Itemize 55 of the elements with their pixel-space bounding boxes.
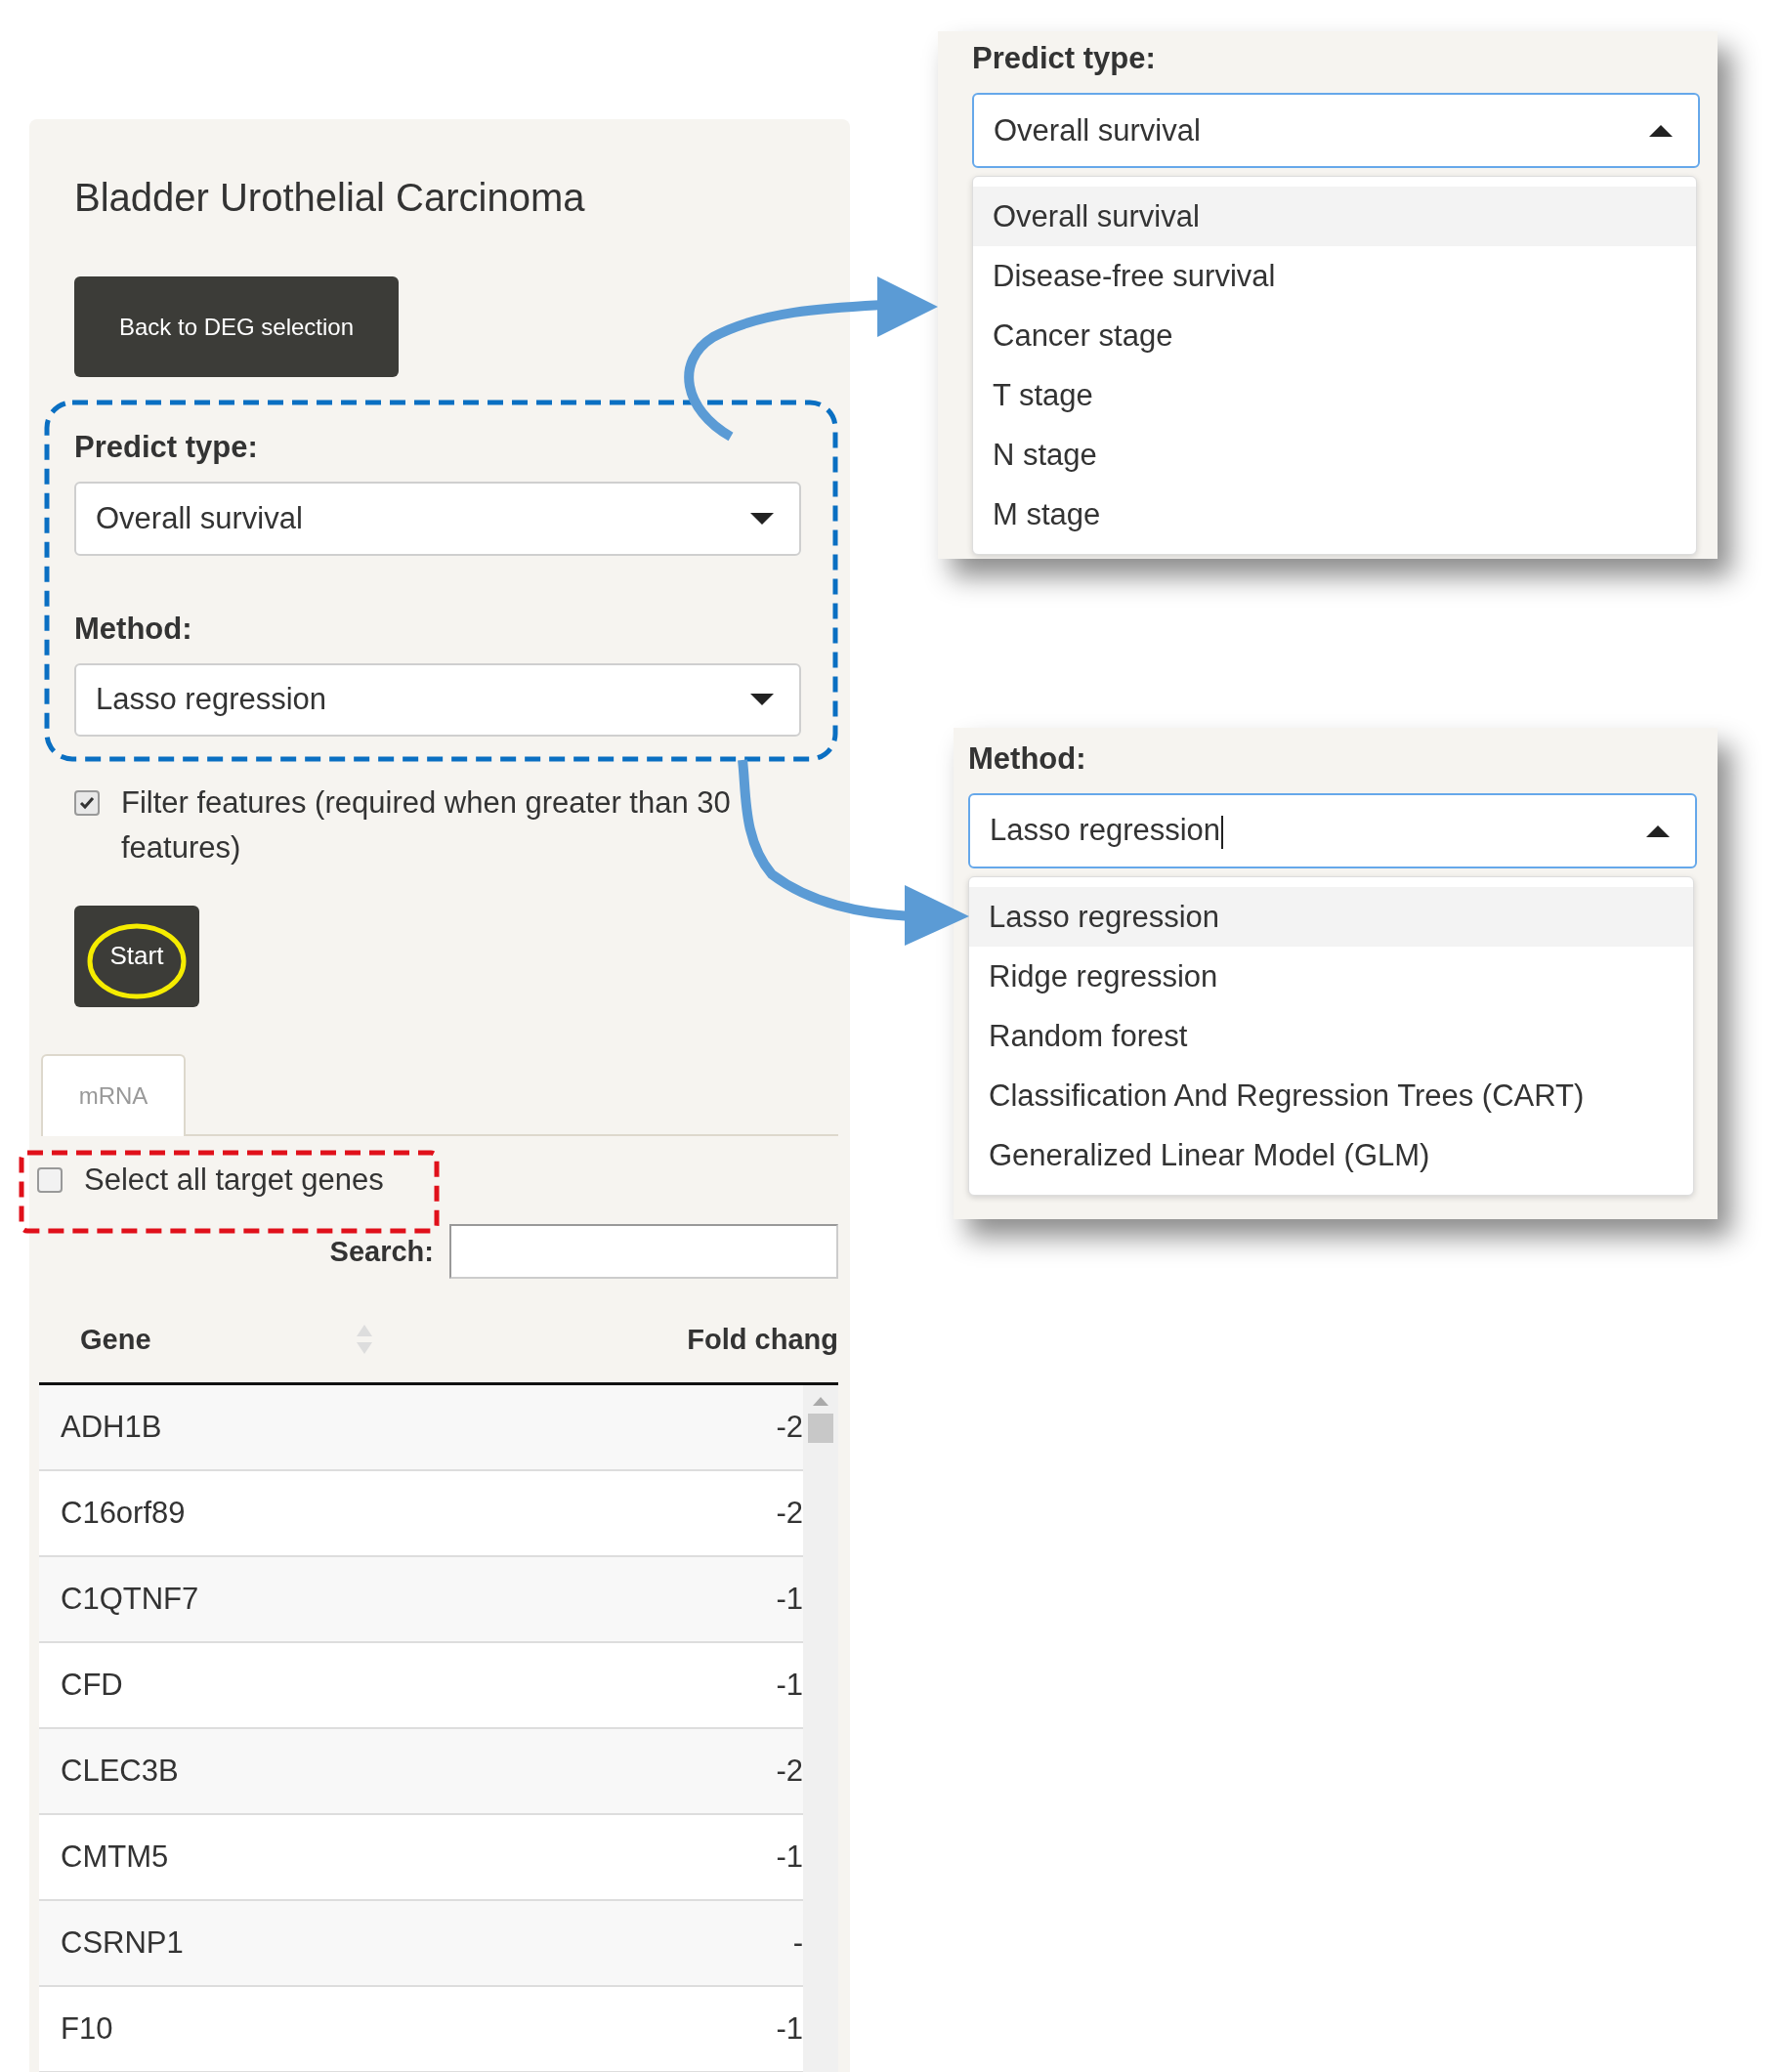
select-field[interactable]: Lasso regression <box>74 662 801 737</box>
select-field[interactable]: Lasso regression <box>968 793 1697 868</box>
checkbox-label: Filter features (required when greater than 30 features) <box>121 783 732 867</box>
table-cell: -1 <box>776 1839 803 1875</box>
dropdown-option[interactable]: Ridge regression <box>969 947 1693 1006</box>
scrollbar[interactable] <box>803 1385 838 2072</box>
sort-icon[interactable] <box>356 1325 372 1354</box>
dropdown-option[interactable]: T stage <box>973 365 1696 425</box>
caret-icon <box>1649 124 1673 137</box>
start-button[interactable]: Start <box>74 905 199 1007</box>
table-cell: -1 <box>776 1582 803 1617</box>
caret-icon <box>1646 825 1670 837</box>
dropdown-option[interactable]: Disease-free survival <box>973 246 1696 306</box>
select-field[interactable]: Overall survival <box>972 93 1700 168</box>
dropdown-option[interactable]: Overall survival <box>973 187 1696 246</box>
back-button[interactable]: Back to DEG selection <box>74 276 399 378</box>
dropdown-option[interactable]: N stage <box>973 425 1696 485</box>
search-label: Search: <box>329 1235 434 1268</box>
table-cell: C16orf89 <box>61 1496 186 1531</box>
table-cell: -2 <box>776 1410 803 1445</box>
scroll-up-icon[interactable] <box>813 1397 828 1406</box>
table-cell: C1QTNF7 <box>61 1582 199 1617</box>
table-cell: ADH1B <box>61 1410 162 1445</box>
field-label: Method: <box>968 740 1086 778</box>
table-cell: -1 <box>776 2011 803 2047</box>
field-label: Predict type: <box>972 40 1156 77</box>
checkbox-label: Select all target genes <box>84 1162 384 1199</box>
table-cell: -2 <box>776 1496 803 1531</box>
dropdown-option[interactable]: Random forest <box>969 1006 1693 1066</box>
table-cell: CLEC3B <box>61 1754 179 1789</box>
dropdown-option[interactable]: Lasso regression <box>969 887 1693 947</box>
caret-icon <box>750 694 774 706</box>
checkbox[interactable] <box>74 789 100 816</box>
column-header[interactable]: Fold chang <box>687 1323 838 1356</box>
table-cell: CSRNP1 <box>61 1925 184 1961</box>
table-cell: -1 <box>776 1668 803 1703</box>
field-label: Method: <box>74 610 192 648</box>
table-cell: F10 <box>61 2011 113 2047</box>
dropdown-option[interactable]: Classification And Regression Trees (CART) <box>969 1066 1693 1125</box>
table-cell: -2 <box>776 1754 803 1789</box>
scroll-thumb[interactable] <box>808 1414 833 1443</box>
field-label: Predict type: <box>74 429 258 467</box>
dropdown-option[interactable]: M stage <box>973 485 1696 544</box>
dropdown-option[interactable]: Generalized Linear Model (GLM) <box>969 1125 1693 1185</box>
search-field[interactable] <box>449 1224 838 1279</box>
checkbox[interactable] <box>37 1167 63 1193</box>
table-cell: CFD <box>61 1668 123 1703</box>
select-field[interactable]: Overall survival <box>74 482 801 556</box>
dropdown-option[interactable]: Cancer stage <box>973 306 1696 365</box>
page-title: Bladder Urothelial Carcinoma <box>74 175 585 221</box>
table-cell: - <box>792 1925 803 1961</box>
column-header[interactable]: Gene <box>80 1323 151 1356</box>
table-cell: CMTM5 <box>61 1839 169 1875</box>
check-icon <box>79 795 95 810</box>
caret-icon <box>750 512 774 525</box>
